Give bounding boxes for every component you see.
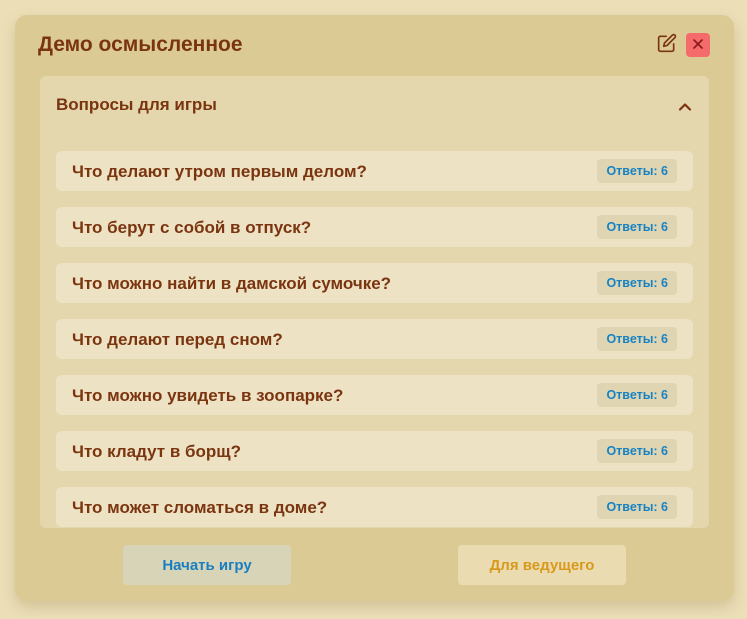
answers-count-badge: Ответы: 6 xyxy=(597,159,677,183)
start-game-button[interactable]: Начать игру xyxy=(123,545,291,585)
question-item[interactable]: Что кладут в борщ? Ответы: 6 xyxy=(56,431,693,471)
answers-count-badge: Ответы: 6 xyxy=(597,383,677,407)
pencil-square-icon xyxy=(657,33,677,58)
question-text: Что делают перед сном? xyxy=(72,330,283,349)
questions-panel: Вопросы для игры Что делают утром первым… xyxy=(40,76,709,528)
question-text: Что кладут в борщ? xyxy=(72,442,242,461)
chevron-up-icon xyxy=(676,103,694,120)
close-button[interactable] xyxy=(686,33,710,57)
question-item[interactable]: Что делают утром первым делом? Ответы: 6 xyxy=(56,151,693,191)
question-list: Что делают утром первым делом? Ответы: 6… xyxy=(56,151,693,543)
answers-count-badge: Ответы: 6 xyxy=(597,271,677,295)
game-dialog: Демо осмысленное Вопросы для игры Что де… xyxy=(15,15,734,601)
question-text: Что может сломаться в доме? xyxy=(72,498,328,517)
dialog-title: Демо осмысленное xyxy=(38,33,243,56)
question-text: Что берут с собой в отпуск? xyxy=(72,218,312,237)
question-item[interactable]: Что берут с собой в отпуск? Ответы: 6 xyxy=(56,207,693,247)
question-text: Что можно найти в дамской сумочке? xyxy=(72,274,392,293)
collapse-toggle[interactable] xyxy=(676,98,694,116)
question-item[interactable]: Что делают перед сном? Ответы: 6 xyxy=(56,319,693,359)
question-text: Что можно увидеть в зоопарке? xyxy=(72,386,344,405)
answers-count-badge: Ответы: 6 xyxy=(597,495,677,519)
edit-button[interactable] xyxy=(655,33,679,57)
close-x-icon xyxy=(693,36,703,54)
question-text: Что делают утром первым делом? xyxy=(72,162,367,181)
host-mode-button[interactable]: Для ведущего xyxy=(458,545,626,585)
question-item[interactable]: Что можно найти в дамской сумочке? Ответ… xyxy=(56,263,693,303)
answers-count-badge: Ответы: 6 xyxy=(597,439,677,463)
panel-title: Вопросы для игры xyxy=(56,95,217,114)
answers-count-badge: Ответы: 6 xyxy=(597,327,677,351)
question-item[interactable]: Что можно увидеть в зоопарке? Ответы: 6 xyxy=(56,375,693,415)
question-item[interactable]: Что может сломаться в доме? Ответы: 6 xyxy=(56,487,693,527)
answers-count-badge: Ответы: 6 xyxy=(597,215,677,239)
